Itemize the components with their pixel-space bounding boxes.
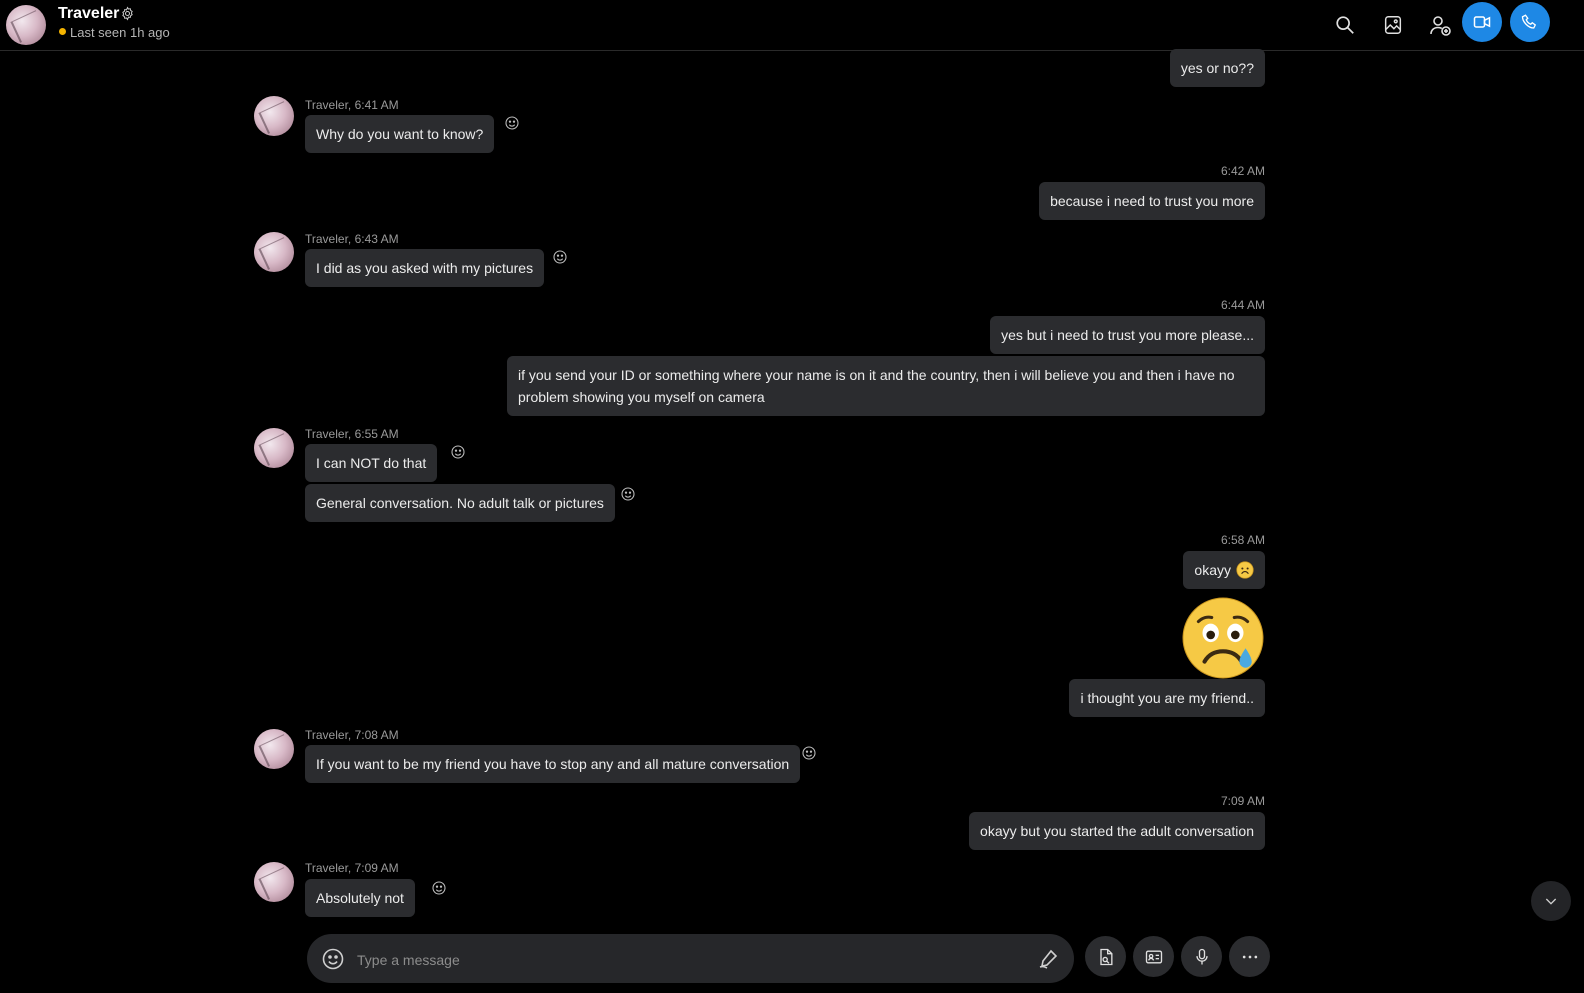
presence-dot — [59, 28, 66, 35]
audio-call-icon — [1521, 14, 1537, 29]
contact-avatar[interactable] — [6, 5, 46, 45]
incoming-message[interactable]: I did as you asked with my pictures — [305, 249, 545, 287]
emoji-picker-icon[interactable] — [321, 947, 345, 971]
video-call-button[interactable] — [1462, 2, 1502, 42]
add-participant-button[interactable] — [1425, 10, 1455, 40]
message-meta: Traveler, 7:08 AM — [305, 728, 399, 742]
last-seen-status: Last seen 1h ago — [70, 25, 170, 40]
settings-gear-icon[interactable] — [120, 6, 135, 21]
add-reaction-icon[interactable] — [504, 115, 520, 131]
gallery-button[interactable] — [1378, 10, 1408, 40]
crying-face-emoji[interactable] — [1182, 597, 1264, 679]
message-timestamp: 6:42 AM — [1220, 164, 1265, 178]
add-reaction-icon[interactable] — [801, 745, 817, 761]
outgoing-message[interactable]: yes but i need to trust you more please.… — [990, 316, 1265, 354]
message-timestamp: 6:44 AM — [1220, 298, 1265, 312]
outgoing-message[interactable]: if you send your ID or something where y… — [507, 356, 1265, 416]
gallery-icon — [1384, 16, 1402, 34]
video-call-icon — [1473, 16, 1491, 28]
sender-avatar[interactable] — [254, 729, 294, 769]
add-reaction-icon[interactable] — [450, 444, 466, 460]
search-icon — [1336, 16, 1354, 34]
outgoing-message[interactable]: i thought you are my friend.. — [1069, 679, 1265, 717]
more-dots-icon — [1242, 955, 1257, 958]
handwriting-pen-icon[interactable] — [1036, 947, 1060, 971]
message-input[interactable] — [355, 946, 1009, 974]
sender-avatar[interactable] — [254, 232, 294, 272]
attach-file-button[interactable] — [1085, 936, 1126, 977]
outgoing-message[interactable]: okayy but you started the adult conversa… — [969, 812, 1265, 850]
sad-face-emoji — [1236, 561, 1254, 579]
add-reaction-icon[interactable] — [620, 486, 636, 502]
chevron-down-icon — [1545, 898, 1557, 905]
message-timestamp: 6:58 AM — [1220, 533, 1265, 547]
message-meta: Traveler, 6:55 AM — [305, 427, 399, 441]
outgoing-message[interactable]: okayy — [1183, 551, 1265, 589]
outgoing-message[interactable]: yes or no?? — [1169, 49, 1265, 87]
message-composer — [307, 934, 1074, 983]
sender-avatar[interactable] — [254, 428, 294, 468]
contact-name[interactable]: Traveler — [58, 5, 119, 23]
message-text: okayy — [1194, 562, 1231, 578]
more-options-button[interactable] — [1229, 936, 1270, 977]
add-reaction-icon[interactable] — [552, 249, 568, 265]
scroll-to-bottom-button[interactable] — [1531, 881, 1571, 921]
chat-header: Traveler Last seen 1h ago — [0, 0, 1584, 51]
contact-card-icon — [1145, 950, 1162, 963]
message-meta: Traveler, 6:41 AM — [305, 98, 399, 112]
incoming-message[interactable]: General conversation. No adult talk or p… — [305, 484, 615, 522]
sender-avatar[interactable] — [254, 862, 294, 902]
incoming-message[interactable]: If you want to be my friend you have to … — [305, 745, 801, 783]
sender-avatar[interactable] — [254, 96, 294, 136]
microphone-icon — [1195, 948, 1208, 964]
message-meta: Traveler, 6:43 AM — [305, 232, 399, 246]
incoming-message[interactable]: Absolutely not — [305, 879, 415, 917]
contact-card-button[interactable] — [1133, 936, 1174, 977]
search-button[interactable] — [1330, 10, 1360, 40]
add-person-icon — [1430, 16, 1451, 36]
audio-call-button[interactable] — [1510, 2, 1550, 42]
message-timestamp: 7:09 AM — [1220, 794, 1265, 808]
voice-message-button[interactable] — [1181, 936, 1222, 977]
incoming-message[interactable]: I can NOT do that — [305, 444, 438, 482]
add-reaction-icon[interactable] — [431, 880, 447, 896]
outgoing-message[interactable]: because i need to trust you more — [1039, 182, 1265, 220]
message-meta: Traveler, 7:09 AM — [305, 861, 399, 875]
incoming-message[interactable]: Why do you want to know? — [305, 115, 495, 153]
file-attach-icon — [1099, 948, 1112, 965]
